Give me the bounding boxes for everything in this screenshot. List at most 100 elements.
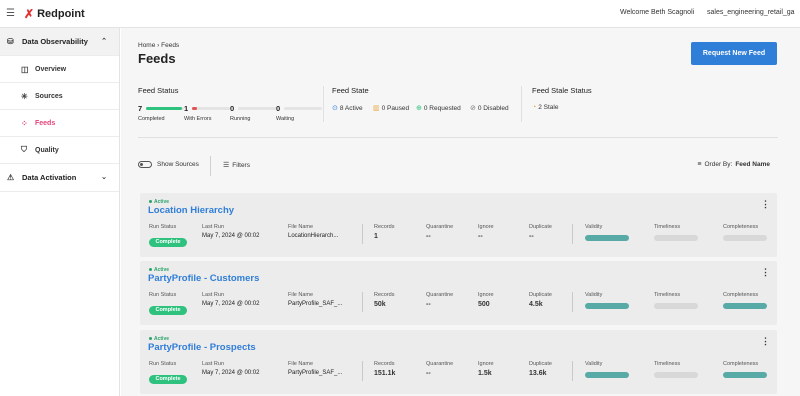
more-options-icon[interactable]: ⋮ xyxy=(761,199,770,210)
run-status-field: Run Status Complete xyxy=(149,224,187,248)
pause-icon: ▥ xyxy=(373,105,380,112)
timeliness-field: Timeliness xyxy=(654,361,680,367)
stale-icon: ◔ xyxy=(532,104,537,111)
quality-icon: ⛉ xyxy=(21,145,27,154)
field-value: -- xyxy=(426,301,431,308)
top-bar: ☰ ✗ Redpoint Welcome Beth Scagnoli sales… xyxy=(0,0,800,28)
state-label: 0 Paused xyxy=(381,104,410,112)
state-paused[interactable]: ▥ 0 Paused xyxy=(373,104,410,113)
request-new-feed-button[interactable]: Request New Feed xyxy=(691,42,777,65)
feed-card[interactable]: Active PartyProfile - Customers ⋮ Run St… xyxy=(140,261,777,325)
completeness-bar[interactable] xyxy=(723,235,767,241)
run-status-field: Run Status Complete xyxy=(149,292,187,316)
quarantine-field: Quarantine -- xyxy=(426,292,453,308)
field-label: Duplicate xyxy=(529,361,552,367)
sidebar-item-quality[interactable]: ⛉ Quality xyxy=(0,137,119,164)
account-selector[interactable]: sales_engineering_retail_ga xyxy=(707,9,795,16)
field-value: PartyProfile_SAF_... xyxy=(288,370,343,376)
feed-status-title: Feed Status xyxy=(138,86,179,95)
field-value: May 7, 2024 @ 00:02 xyxy=(202,370,260,376)
field-label: Run Status xyxy=(149,224,177,230)
completeness-bar[interactable] xyxy=(723,372,767,378)
field-label: Records xyxy=(374,361,395,367)
file-name-field: File Name PartyProfile_SAF_... xyxy=(288,292,342,307)
sidebar: ⛁ Data Observability ⌃ ◫ Overview ✳ Sour… xyxy=(0,28,120,396)
validity-bar[interactable] xyxy=(585,235,629,241)
field-value: 4.5k xyxy=(529,301,543,308)
show-sources-toggle[interactable] xyxy=(138,161,152,168)
feed-card[interactable]: Active Location Hierarchy ⋮ Run Status C… xyxy=(140,193,777,257)
stat-label: Completed xyxy=(138,116,165,122)
stat-bar xyxy=(146,107,184,110)
app-name: Redpoint xyxy=(37,7,85,20)
validity-field: Validity xyxy=(585,361,602,367)
completeness-field: Completeness xyxy=(723,292,758,298)
timeliness-bar[interactable] xyxy=(654,303,698,309)
completeness-bar[interactable] xyxy=(723,303,767,309)
run-status-field: Run Status Complete xyxy=(149,361,187,385)
field-value: 50k xyxy=(374,301,386,308)
state-requested[interactable]: ⊕ 0 Requested xyxy=(416,104,461,113)
duplicate-field: Duplicate 13.6k xyxy=(529,361,552,377)
last-run-field: Last Run May 7, 2024 @ 00:02 xyxy=(202,224,259,239)
more-options-icon[interactable]: ⋮ xyxy=(761,336,770,347)
stat-with-errors[interactable]: 1 With Errors xyxy=(184,104,230,122)
divider xyxy=(572,292,573,312)
field-label: Duplicate xyxy=(529,292,552,298)
validity-bar[interactable] xyxy=(585,372,629,378)
field-label: File Name xyxy=(288,224,314,230)
field-label: Timeliness xyxy=(654,292,681,298)
quarantine-field: Quarantine -- xyxy=(426,361,453,377)
active-dot-icon xyxy=(149,337,152,341)
state-label: 8 Active xyxy=(339,104,363,112)
stat-waiting[interactable]: 0 Waiting xyxy=(276,104,322,122)
feeds-icon: ⁘ xyxy=(21,118,28,128)
sidebar-item-feeds[interactable]: ⁘ Feeds xyxy=(0,110,119,137)
sidebar-group-data-activation[interactable]: ⚠ Data Activation ⌄ xyxy=(0,164,119,192)
field-value: May 7, 2024 @ 00:02 xyxy=(202,233,260,239)
state-disabled[interactable]: ⊘ 0 Disabled xyxy=(470,104,509,113)
timeliness-bar[interactable] xyxy=(654,372,698,378)
order-by-control[interactable]: ≡ Order By: Feed Name xyxy=(697,161,770,168)
field-label: Duplicate xyxy=(529,224,552,230)
field-label: Quarantine xyxy=(426,224,454,230)
menu-icon[interactable]: ☰ xyxy=(6,8,16,19)
sidebar-group-label: Data Observability xyxy=(22,37,88,46)
ignore-field: Ignore 1.5k xyxy=(478,361,494,377)
state-label: 0 Disabled xyxy=(477,104,509,112)
field-label: Last Run xyxy=(202,224,225,230)
stat-completed[interactable]: 7 Completed xyxy=(138,104,184,122)
feed-name-link[interactable]: Location Hierarchy xyxy=(148,205,234,216)
stat-running[interactable]: 0 Running xyxy=(230,104,276,122)
welcome-text: Welcome Beth Scagnoli xyxy=(620,9,695,16)
page-title: Feeds xyxy=(138,51,176,66)
state-stale[interactable]: ◔ 2 Stale xyxy=(532,104,558,111)
logo[interactable]: ✗ Redpoint xyxy=(24,7,85,21)
feed-name-link[interactable]: PartyProfile - Prospects xyxy=(148,342,256,353)
field-label: Timeliness xyxy=(654,224,681,230)
sources-icon: ✳ xyxy=(21,91,28,101)
file-name-field: File Name LocationHierarch... xyxy=(288,224,338,239)
run-status-badge: Complete xyxy=(149,238,187,247)
filter-bar: Show Sources ☰ Filters ≡ Order By: Feed Nam… xyxy=(138,156,778,176)
overview-icon: ◫ xyxy=(21,64,29,74)
filters-label: Filters xyxy=(232,162,250,169)
field-label: Last Run xyxy=(202,292,225,298)
field-value: LocationHierarch... xyxy=(288,233,339,239)
validity-bar[interactable] xyxy=(585,303,629,309)
feed-card[interactable]: Active PartyProfile - Prospects ⋮ Run St… xyxy=(140,330,777,394)
database-icon: ⛁ xyxy=(7,37,14,46)
timeliness-bar[interactable] xyxy=(654,235,698,241)
field-value: -- xyxy=(478,233,483,240)
feed-name-link[interactable]: PartyProfile - Customers xyxy=(148,273,259,284)
sidebar-item-overview[interactable]: ◫ Overview xyxy=(0,56,119,83)
state-label: 0 Requested xyxy=(423,104,461,112)
sidebar-item-sources[interactable]: ✳ Sources xyxy=(0,83,119,110)
sidebar-group-data-observability[interactable]: ⛁ Data Observability ⌃ xyxy=(0,28,119,56)
stat-bar-fill xyxy=(146,107,183,110)
breadcrumb[interactable]: Home › Feeds xyxy=(138,42,179,49)
filters-button[interactable]: ☰ Filters xyxy=(223,161,250,169)
redpoint-logo-icon: ✗ xyxy=(24,6,35,21)
state-active[interactable]: ⊙ 8 Active xyxy=(332,104,363,113)
more-options-icon[interactable]: ⋮ xyxy=(761,267,770,278)
